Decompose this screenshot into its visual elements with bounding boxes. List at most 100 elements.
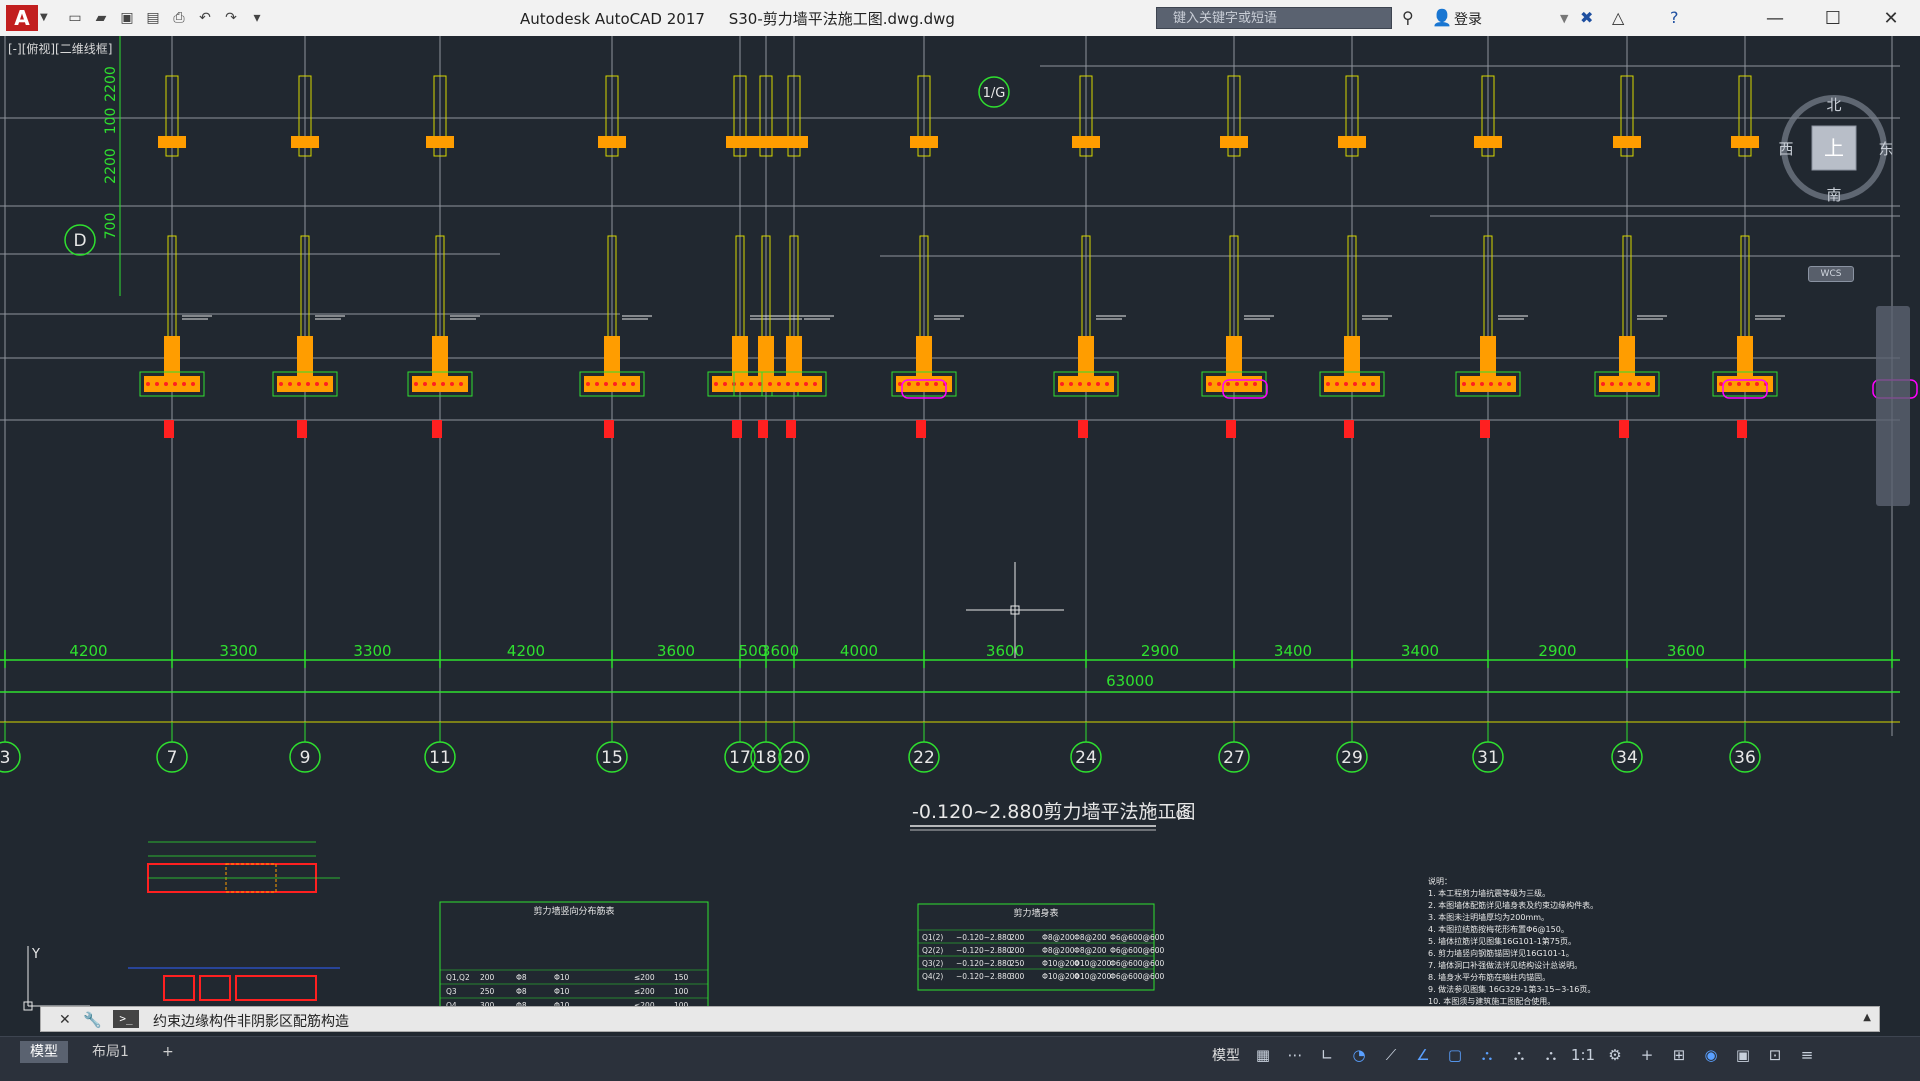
grid-bubble-label: 15 bbox=[601, 748, 623, 768]
open-icon[interactable]: ▰ bbox=[90, 6, 112, 30]
table1-cell: Φ8@200 bbox=[1042, 946, 1075, 955]
redo-icon[interactable]: ↷ bbox=[220, 6, 242, 30]
minimize-button[interactable]: — bbox=[1746, 0, 1804, 36]
search-input[interactable]: 键入关键字或短语 bbox=[1156, 7, 1392, 29]
note-line: 8. 墙身水平分布筋在暗柱内锚固。 bbox=[1428, 972, 1550, 982]
table2-cell: ≤200 bbox=[634, 987, 655, 996]
dimension-text: 4200 bbox=[69, 642, 107, 660]
workspace-gear-icon[interactable]: ⚙ bbox=[1602, 1041, 1628, 1069]
autocad-logo-icon[interactable]: A bbox=[6, 5, 38, 31]
tab-layout1[interactable]: 布局1 bbox=[82, 1041, 139, 1063]
dimension-text: 2900 bbox=[1538, 642, 1576, 660]
a360-icon[interactable]: △ bbox=[1612, 8, 1624, 27]
customize-menu-icon[interactable]: ≡ bbox=[1794, 1041, 1820, 1069]
table1-cell: 200 bbox=[1010, 933, 1025, 942]
viewport-controls-label[interactable]: [-][俯视][二维线框] bbox=[8, 40, 112, 57]
notes-title: 说明： bbox=[1428, 876, 1452, 886]
navigation-bar[interactable] bbox=[1876, 306, 1910, 506]
status-model-label[interactable]: 模型 bbox=[1212, 1045, 1240, 1065]
section-detail-drawing bbox=[128, 841, 340, 1013]
table1-cell: Q4(2) bbox=[922, 972, 943, 981]
command-close-icon[interactable]: ✕ bbox=[59, 1012, 71, 1028]
user-icon[interactable]: 👤 bbox=[1432, 8, 1452, 27]
command-history-icon[interactable]: ▲ bbox=[1863, 1012, 1871, 1023]
table1-cell: Q3(2) bbox=[922, 959, 943, 968]
wall-schedule-table: 剪力墙身表 Q1(2) −0.120~2.880200 Φ8@200 Φ8@200 Φ6… bbox=[917, 903, 1165, 991]
table2-cell: ≤200 bbox=[634, 973, 655, 982]
app-menu-dropdown-icon[interactable]: ▼ bbox=[40, 12, 48, 23]
wcs-menu[interactable]: WCS bbox=[1808, 266, 1854, 282]
table1-cell: Φ10@200 bbox=[1074, 959, 1111, 968]
table1-cell: Φ8@200 bbox=[1042, 933, 1075, 942]
clean-screen-icon[interactable]: ⊡ bbox=[1762, 1041, 1788, 1069]
window-title: Autodesk AutoCAD 2017 S30-剪力墙平法施工图.dwg.d… bbox=[520, 10, 955, 28]
table1-cell: Φ8@200 bbox=[1074, 933, 1107, 942]
viewcube[interactable]: 上 北 南 西 东 bbox=[1776, 90, 1892, 206]
table2-cell: 200 bbox=[480, 973, 495, 982]
dimension-text: 2900 bbox=[1141, 642, 1179, 660]
left-dim-3: 2200 bbox=[103, 148, 119, 184]
table2-cell: Q1,Q2 bbox=[446, 973, 470, 982]
note-line: 7. 墙体洞口补强做法详见结构设计总说明。 bbox=[1428, 960, 1582, 970]
autoscale-icon[interactable]: ⛬ bbox=[1506, 1041, 1532, 1069]
table1-cell: Φ6@600@600 bbox=[1110, 972, 1165, 981]
isodraft-icon[interactable]: ⟋ bbox=[1378, 1041, 1404, 1069]
annotation-scale-value[interactable]: 1:1 bbox=[1570, 1041, 1596, 1069]
command-line[interactable]: ✕ 🔧 >_ 约束边缘构件非阴影区配筋构造 ▲ bbox=[40, 1006, 1880, 1032]
maximize-button[interactable]: ☐ bbox=[1804, 0, 1862, 36]
annotation-scale-icon[interactable]: ⛬ bbox=[1538, 1041, 1564, 1069]
units-icon[interactable]: ⊞ bbox=[1666, 1041, 1692, 1069]
table1-cell: −0.120~2.880 bbox=[956, 972, 1012, 981]
rebar-table: 剪力墙竖向分布筋表 Q1,Q2 200 Φ8 Φ10 ≤200 150 Q3 250 Φ8 Φ10… bbox=[439, 901, 709, 1015]
grid-bubble-label: 22 bbox=[913, 748, 935, 768]
drawing-title-text: -0.120~2.880剪力墙平法施工图 bbox=[912, 801, 1196, 823]
close-button[interactable]: ✕ bbox=[1862, 0, 1920, 36]
annotation-visibility-icon[interactable]: ⛬ bbox=[1474, 1041, 1500, 1069]
note-line: 3. 本图未注明墙厚均为200mm。 bbox=[1428, 912, 1549, 922]
grid-bubble-label: 9 bbox=[300, 748, 311, 768]
saveas-icon[interactable]: ▤ bbox=[142, 6, 164, 30]
table1-cell: 300 bbox=[1010, 972, 1025, 981]
table1-cell: Φ6@600@600 bbox=[1110, 959, 1165, 968]
command-input[interactable]: 约束边缘构件非阴影区配筋构造 bbox=[153, 1011, 349, 1031]
table2-cell: Q3 bbox=[446, 987, 457, 996]
object-snap-icon[interactable]: ▢ bbox=[1442, 1041, 1468, 1069]
dimension-text: 3400 bbox=[1274, 642, 1312, 660]
polar-icon[interactable]: ◔ bbox=[1346, 1041, 1372, 1069]
table2-cell: Φ8 bbox=[516, 973, 527, 982]
dimension-text: 4200 bbox=[507, 642, 545, 660]
dimension-text: 3400 bbox=[1401, 642, 1439, 660]
login-button[interactable]: 登录 bbox=[1454, 9, 1482, 29]
ortho-icon[interactable]: ∟ bbox=[1314, 1041, 1340, 1069]
object-snap-tracking-icon[interactable]: ∠ bbox=[1410, 1041, 1436, 1069]
annotation-monitor-icon[interactable]: + bbox=[1634, 1041, 1660, 1069]
tab-add-layout[interactable]: + bbox=[152, 1041, 184, 1063]
status-bar: 模型 布局1 + 模型 ▦ ⋯ ∟ ◔ ⟋ ∠ ▢ ⛬ ⛬ ⛬ 1:1 ⚙ + … bbox=[0, 1036, 1920, 1081]
command-prompt-icon[interactable]: >_ bbox=[113, 1010, 139, 1028]
table1-cell: 200 bbox=[1010, 946, 1025, 955]
table2-cell: 150 bbox=[674, 973, 689, 982]
command-settings-icon[interactable]: 🔧 bbox=[83, 1011, 102, 1029]
binoculars-icon[interactable]: ⚲ bbox=[1402, 8, 1414, 27]
left-dim-1: 2200 bbox=[103, 66, 119, 102]
undo-icon[interactable]: ↶ bbox=[194, 6, 216, 30]
grid-icon[interactable]: ▦ bbox=[1250, 1041, 1276, 1069]
save-icon[interactable]: ▣ bbox=[116, 6, 138, 30]
grid-bubble-label: 17 bbox=[729, 748, 751, 768]
new-icon[interactable]: ▭ bbox=[64, 6, 86, 30]
login-dropdown-icon[interactable]: ▼ bbox=[1560, 12, 1568, 25]
snap-icon[interactable]: ⋯ bbox=[1282, 1041, 1308, 1069]
print-icon[interactable]: ⎙ bbox=[168, 6, 190, 30]
table2-title: 剪力墙竖向分布筋表 bbox=[533, 905, 614, 917]
hardware-accel-icon[interactable]: ▣ bbox=[1730, 1041, 1756, 1069]
help-icon[interactable]: ? bbox=[1670, 8, 1679, 27]
left-dim-4: 700 bbox=[103, 213, 119, 240]
drawing-viewport[interactable]: [-][俯视][二维线框] 4200 3300 3300 4200 3600 500 360… bbox=[0, 36, 1920, 1036]
qat-dropdown-icon[interactable]: ▾ bbox=[246, 6, 268, 30]
table1-cell: 250 bbox=[1010, 959, 1025, 968]
grid-bubble-label: 29 bbox=[1341, 748, 1363, 768]
tab-model[interactable]: 模型 bbox=[20, 1041, 68, 1063]
dimension-text: 3300 bbox=[219, 642, 257, 660]
exchange-icon[interactable]: ✖ bbox=[1580, 8, 1593, 27]
isolate-objects-icon[interactable]: ◉ bbox=[1698, 1041, 1724, 1069]
